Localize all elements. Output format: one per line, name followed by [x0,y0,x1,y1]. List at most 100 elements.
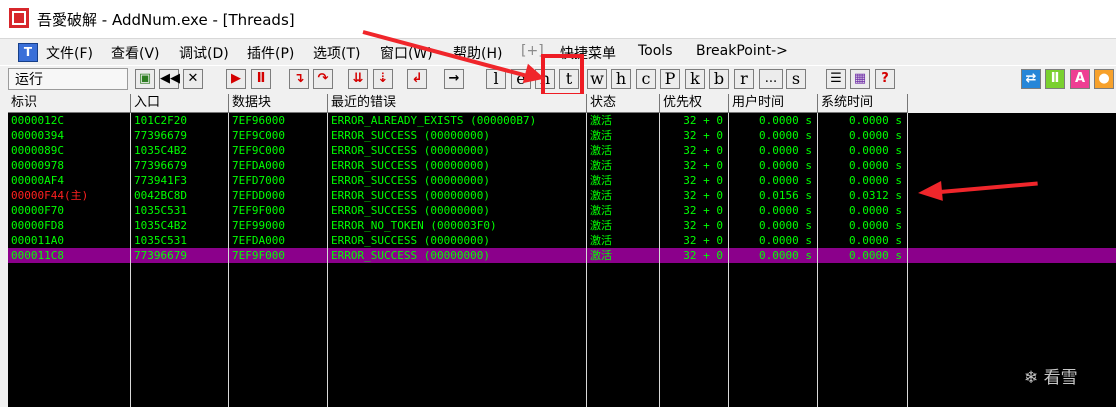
cpu-window-button[interactable]: c [636,69,656,89]
step-over-icon[interactable]: ↷ [313,69,333,89]
close-icon[interactable]: ✕ [183,69,203,89]
execute-till-return-icon[interactable]: ↲ [407,69,427,89]
help-icon[interactable]: ? [875,69,895,89]
cell-id: 000011A0 [11,234,64,247]
cell-sys: 0.0000 s [849,234,902,247]
table-row[interactable]: 000011A0 1035C531 7EFDA000 ERROR_SUCCESS (0… [8,233,1116,248]
cell-teb: 7EF9F000 [232,249,285,262]
col-system-time[interactable]: 系统时间 [818,94,908,113]
pause-icon[interactable]: Ⅱ [251,69,271,89]
cell-priority: 32 + 0 [683,234,723,247]
cell-id: 00000FD8 [11,219,64,232]
threads-table[interactable]: 标识 入口 数据块 最近的错误 状态 优先权 用户时间 系统时间 0000012… [8,94,1116,407]
refresh-icon[interactable]: ⇄ [1021,69,1041,89]
col-last-error[interactable]: 最近的错误 [328,94,587,113]
menu-options[interactable]: 选项(T) [313,43,360,63]
restart-icon[interactable]: ◀◀ [159,69,180,89]
cell-id: 0000012C [11,114,64,127]
cell-status: 激活 [590,189,612,202]
cell-error: ERROR_SUCCESS (00000000) [331,234,490,247]
col-status[interactable]: 状态 [587,94,660,113]
table-row[interactable]: 00000394 77396679 7EF9C000 ERROR_SUCCESS (0… [8,128,1116,143]
cell-status: 激活 [590,234,612,247]
cell-entry: 77396679 [134,129,187,142]
cell-error: ERROR_SUCCESS (00000000) [331,249,490,262]
col-id[interactable]: 标识 [8,94,131,113]
cell-priority: 32 + 0 [683,159,723,172]
run-icon[interactable]: ▶ [226,69,246,89]
cell-id: 00000394 [11,129,64,142]
cell-entry: 1035C531 [134,234,187,247]
cell-id: 0000089C [11,144,64,157]
table-row-selected[interactable]: 000011C8 77396679 7EF9F000 ERROR_SUCCESS (0… [8,248,1116,263]
menu-plugins[interactable]: 插件(P) [247,43,294,63]
log-window-button[interactable]: l [486,69,506,89]
menu-breakpoint[interactable]: BreakPoint-> [696,43,788,59]
cell-sys: 0.0000 s [849,249,902,262]
references-window-button[interactable]: r [734,69,754,89]
cell-priority: 32 + 0 [683,204,723,217]
table-row[interactable]: 00000F70 1035C531 7EF9F000 ERROR_SUCCESS (0… [8,203,1116,218]
cell-entry: 1035C531 [134,204,187,217]
trace-over-icon[interactable]: ⇣ [373,69,393,89]
open-icon[interactable]: ▣ [135,69,155,89]
font-icon[interactable]: A [1070,69,1090,89]
table-row[interactable]: 00000FD8 1035C4B2 7EF99000 ERROR_NO_TOKEN (… [8,218,1116,233]
cell-status: 激活 [590,174,612,187]
trace-into-icon[interactable]: ⇊ [348,69,368,89]
cell-error: ERROR_SUCCESS (00000000) [331,174,490,187]
cell-sys: 0.0000 s [849,129,902,142]
table-row[interactable]: 00000978 77396679 7EFDA000 ERROR_SUCCESS (0… [8,158,1116,173]
column-divider [728,113,729,407]
goto-icon[interactable]: → [444,69,464,89]
menu-view[interactable]: 查看(V) [111,43,160,63]
cell-entry: 1035C4B2 [134,144,187,157]
record-icon[interactable]: ● [1094,69,1114,89]
cell-priority: 32 + 0 [683,174,723,187]
windows-list-button[interactable]: w [587,69,607,89]
cell-entry: 1035C4B2 [134,219,187,232]
menu-file[interactable]: 文件(F) [46,43,93,63]
col-entry[interactable]: 入口 [131,94,229,113]
table-row[interactable]: 0000012C 101C2F20 7EF96000 ERROR_ALREADY_EX… [8,113,1116,128]
cell-sys: 0.0000 s [849,204,902,217]
cell-user: 0.0000 s [759,159,812,172]
cell-user: 0.0000 s [759,219,812,232]
column-divider [130,113,131,407]
handles-window-button[interactable]: h [611,69,631,89]
column-divider [817,113,818,407]
cell-sys: 0.0000 s [849,219,902,232]
breakpoints-window-button[interactable]: b [709,69,729,89]
table-row[interactable]: 0000089C 1035C4B2 7EF9C000 ERROR_SUCCESS (0… [8,143,1116,158]
pause-threads-icon[interactable]: Ⅱ [1045,69,1065,89]
col-priority[interactable]: 优先权 [660,94,729,113]
cell-user: 0.0156 s [759,189,812,202]
cell-status: 激活 [590,114,612,127]
step-into-icon[interactable]: ↴ [289,69,309,89]
cell-id: 00000978 [11,159,64,172]
annotation-arrowhead-right [917,180,943,204]
cell-entry: 77396679 [134,249,187,262]
col-teb[interactable]: 数据块 [229,94,328,113]
table-row[interactable]: 00000AF4 773941F3 7EFD7000 ERROR_SUCCESS (0… [8,173,1116,188]
patches-window-button[interactable]: P [660,69,680,89]
menu-debug[interactable]: 调试(D) [179,43,229,63]
cell-teb: 7EFDA000 [232,159,285,172]
cell-id: 00000F44(主) [11,189,89,202]
cell-teb: 7EFD7000 [232,174,285,187]
grid-icon[interactable]: ▦ [850,69,870,89]
cell-error: ERROR_SUCCESS (00000000) [331,144,490,157]
run-trace-button[interactable]: ... [759,69,783,89]
list-icon[interactable]: ☰ [826,69,846,89]
menu-tools[interactable]: Tools [638,43,673,59]
col-user-time[interactable]: 用户时间 [729,94,818,113]
cell-sys: 0.0000 s [849,144,902,157]
call-stack-button[interactable]: k [685,69,705,89]
cell-priority: 32 + 0 [683,114,723,127]
window-menu-icon[interactable]: T [18,43,38,62]
cell-id: 00000AF4 [11,174,64,187]
cell-user: 0.0000 s [759,174,812,187]
cell-sys: 0.0000 s [849,114,902,127]
source-window-button[interactable]: s [786,69,806,89]
cell-entry: 773941F3 [134,174,187,187]
